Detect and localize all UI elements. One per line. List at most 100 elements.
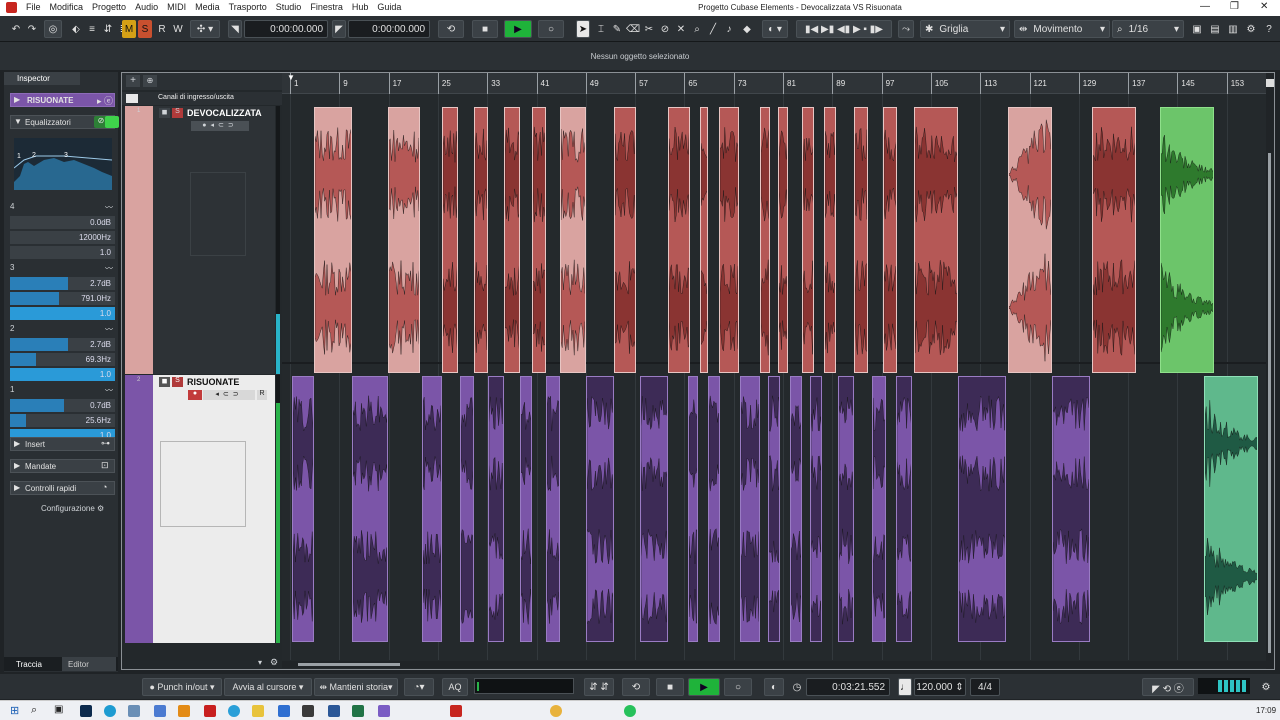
time-format-icon[interactable]: ◷ <box>790 678 804 696</box>
cycle-button[interactable]: ⟲ <box>438 20 464 38</box>
erase-tool-icon[interactable]: ⌫ <box>626 20 640 38</box>
sends-bypass-icon[interactable]: ⊡ <box>101 460 109 471</box>
quick-controls-section-header[interactable]: ▶ Controlli rapidi ◔ <box>10 481 115 495</box>
track-name[interactable]: RISUONATE <box>187 377 239 387</box>
record-button[interactable]: ○ <box>538 20 564 38</box>
quick-controls-icon[interactable]: ◔ <box>102 482 107 492</box>
audio-event[interactable] <box>958 376 1006 642</box>
automation-mode-icon[interactable]: ✣ ▾ <box>190 20 220 38</box>
chrome-icon[interactable] <box>550 705 562 717</box>
quantize-select[interactable]: ⌕ 1/16 ▾ <box>1112 20 1184 38</box>
object-selection-tool-icon[interactable]: ➤ <box>576 20 590 38</box>
eq-section-header[interactable]: ▼ Equalizzatori ⊘ <box>10 115 119 129</box>
drag-mode-select[interactable]: ⇹ Movimento ▾ <box>1014 20 1110 38</box>
audio-app-icon[interactable] <box>302 705 314 717</box>
tempo-display[interactable]: 120.000 ⇕ <box>914 678 966 696</box>
draw-tool-icon[interactable]: ✎ <box>610 20 624 38</box>
audio-event[interactable] <box>708 376 720 642</box>
tab-traccia[interactable]: Traccia <box>16 660 42 669</box>
transport-settings-icon[interactable]: ⚙ <box>1258 678 1274 696</box>
audio-event[interactable] <box>896 376 912 642</box>
transport-record-button[interactable]: ○ <box>724 678 752 696</box>
audio-event[interactable] <box>854 107 868 373</box>
word-icon[interactable] <box>328 705 340 717</box>
audio-event[interactable] <box>586 376 614 642</box>
right-locator-icon[interactable]: ◤ <box>332 20 346 38</box>
eq-band-type-icon[interactable]: 〰 <box>105 385 113 396</box>
mail-icon[interactable] <box>278 705 290 717</box>
audio-event[interactable] <box>352 376 388 642</box>
whatsapp-icon[interactable] <box>624 705 636 717</box>
store-icon[interactable] <box>154 705 166 717</box>
track-mute-button[interactable]: ◼ <box>159 377 170 387</box>
pdf-icon[interactable] <box>204 705 216 717</box>
tempo-track-icon[interactable]: ♩ <box>898 678 912 696</box>
restore-icon[interactable]: ❐ <box>1230 1 1239 12</box>
insert-section-header[interactable]: ▶ Insert ⊶ <box>10 437 115 451</box>
close-icon[interactable]: ✕ <box>1260 1 1268 12</box>
audio-event[interactable] <box>546 376 560 642</box>
write-button[interactable]: W <box>172 20 184 38</box>
horizontal-scrollbar[interactable] <box>282 661 1266 668</box>
cubase-taskbar-icon[interactable] <box>450 705 462 717</box>
zoom-tool-icon[interactable]: ⌕ <box>690 20 704 38</box>
eq-band-type-icon[interactable]: 〰 <box>105 324 113 335</box>
scrollbar-thumb[interactable] <box>1268 153 1271 653</box>
taskbar-clock[interactable]: 17:09 <box>1256 706 1276 715</box>
inspector-track-header[interactable]: ▶ RISUONATE ▸ ⓔ <box>10 93 115 107</box>
audio-event[interactable] <box>778 107 788 373</box>
color-tool-icon[interactable]: ◆ <box>740 20 754 38</box>
audio-event[interactable] <box>520 376 532 642</box>
undo-icon[interactable]: ↶ <box>8 20 24 38</box>
minimize-icon[interactable]: — <box>1200 1 1210 12</box>
cursor-mode-select[interactable]: Avvia al cursore ▾ <box>224 678 312 696</box>
track-header[interactable]: 2 ◼ S RISUONATE ● ◂⊂⊃ R <box>137 375 275 643</box>
solo-button[interactable]: S <box>138 20 152 38</box>
audio-event[interactable] <box>388 107 420 373</box>
app-icon[interactable] <box>378 705 390 717</box>
history-icon[interactable]: ◎ <box>44 20 62 38</box>
audio-event[interactable] <box>810 376 822 642</box>
edit-panel-icons[interactable]: ◤ ⟲ ⓔ <box>1142 678 1194 696</box>
files-icon[interactable] <box>128 705 140 717</box>
audio-event[interactable] <box>1204 376 1258 642</box>
audio-event[interactable] <box>740 376 760 642</box>
line-tool-icon[interactable]: ╱ <box>706 20 720 38</box>
eq-band-parameter[interactable]: 12000Hz <box>10 231 115 244</box>
audio-event[interactable] <box>422 376 442 642</box>
track-controls[interactable]: ●◂⊂⊃ <box>191 121 249 131</box>
eq-band-parameter[interactable]: 2.7dB <box>10 277 115 290</box>
excel-icon[interactable] <box>352 705 364 717</box>
inspector-tab[interactable]: Inspector <box>4 72 80 85</box>
mute-tool-icon[interactable]: ✕ <box>674 20 688 38</box>
eq-band-parameter[interactable]: 0.7dB <box>10 399 115 412</box>
insert-bypass-icon[interactable]: ⊶ <box>101 438 110 449</box>
auto-quantize-button[interactable]: AQ <box>442 678 468 696</box>
mute-button[interactable]: M <box>122 20 136 38</box>
eq-band-type-icon[interactable]: 〰 <box>105 202 113 213</box>
project-cursor-icon[interactable]: ▼ <box>287 73 295 82</box>
timeline-ruler[interactable]: 1 9 17 25 33 41 49 57 65 73 81 89 97 105 113 121 129 137 1… <box>282 73 1266 94</box>
eq-band-parameter[interactable]: 791.0Hz <box>10 292 115 305</box>
layout-bottom-icon[interactable]: ▤ <box>1208 20 1222 38</box>
audio-event[interactable] <box>292 376 314 642</box>
eq-band-header[interactable]: 4 〰 <box>10 202 115 214</box>
audio-event[interactable] <box>719 107 739 373</box>
audio-event[interactable] <box>802 107 814 373</box>
zoom-icon[interactable] <box>1266 79 1274 87</box>
audio-event[interactable] <box>760 107 770 373</box>
audio-event[interactable] <box>668 107 690 373</box>
stop-button[interactable]: ■ <box>472 20 498 38</box>
eq-band-parameter[interactable]: 1.0 <box>10 368 115 381</box>
right-locator-time[interactable]: 0:00:00.000 <box>348 20 430 38</box>
track-mute-button[interactable]: ◼ <box>159 108 170 118</box>
range-selection-tool-icon[interactable]: ⌶ <box>594 20 608 38</box>
audio-event[interactable] <box>700 107 708 373</box>
audio-event[interactable] <box>1008 107 1052 373</box>
play-button[interactable]: ▶ <box>504 20 532 38</box>
edit-channel-icon[interactable]: ▸ ⓔ <box>97 94 113 107</box>
eq-curve-graph[interactable]: 1 2 3 <box>14 138 112 190</box>
audio-event[interactable] <box>488 376 504 642</box>
track-header[interactable]: 1 ◼ S DEVOCALIZZATA ●◂⊂⊃ <box>137 106 275 374</box>
eq-band-type-icon[interactable]: 〰 <box>105 263 113 274</box>
